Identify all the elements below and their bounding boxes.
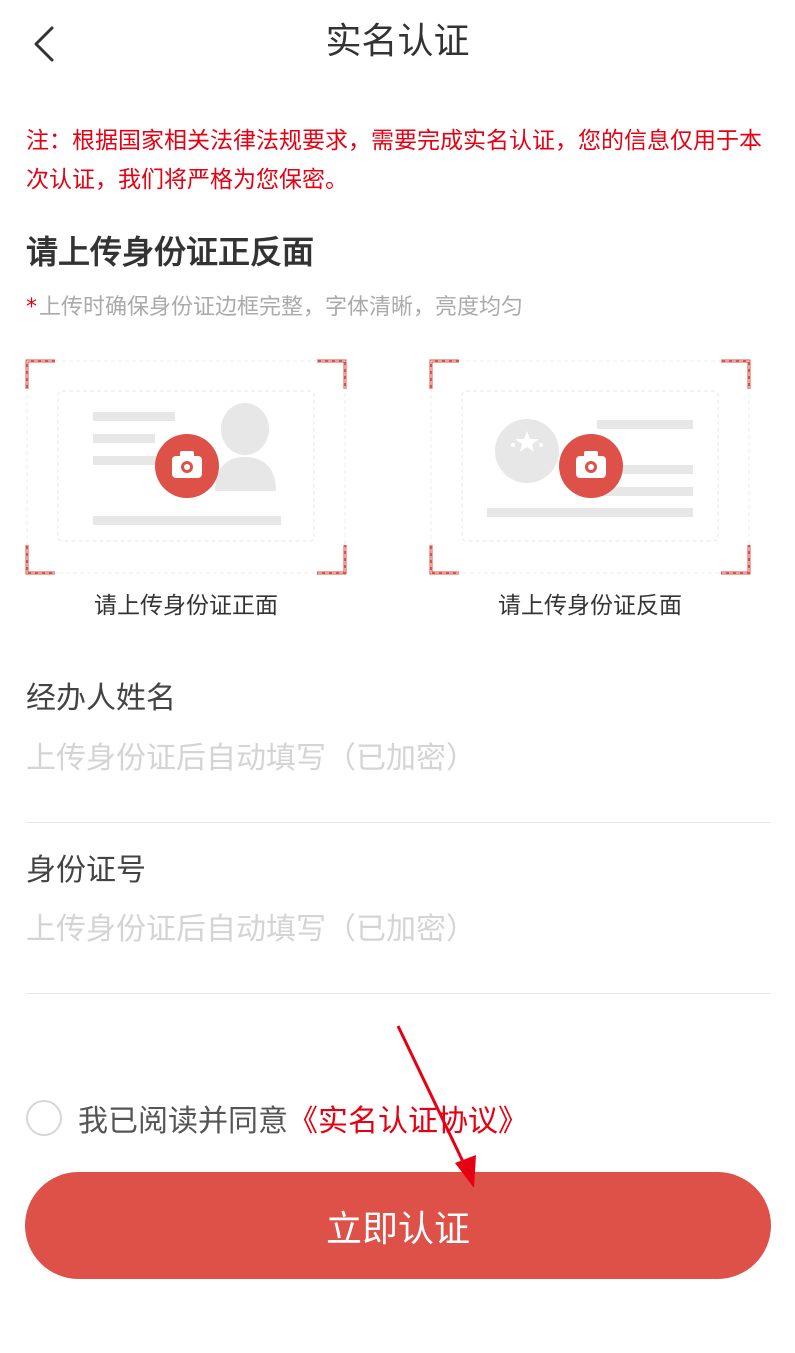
id-front-illustration: [25, 359, 347, 575]
agreement-row: 我已阅读并同意 《实名认证协议》: [26, 1096, 528, 1140]
page-title: 实名认证: [325, 21, 470, 62]
id-back-upload[interactable]: [429, 359, 751, 575]
id-back-label: 请上传身份证反面: [498, 593, 682, 619]
id-front-upload[interactable]: [25, 359, 347, 575]
annotation-arrow: [396, 1025, 476, 1188]
upload-hint-text: 上传时确保身份证边框完整，字体清晰，亮度均匀: [39, 295, 524, 320]
upload-hint: *上传时确保身份证边框完整，字体清晰，亮度均匀: [26, 292, 523, 324]
name-field[interactable]: [26, 736, 771, 780]
divider: [26, 993, 771, 994]
id-number-field[interactable]: [26, 907, 771, 951]
agreement-text: 我已阅读并同意: [78, 1104, 288, 1139]
camera-icon: [559, 434, 623, 498]
camera-icon: [155, 434, 219, 498]
id-number-field-label: 身份证号: [26, 853, 146, 888]
id-front-label: 请上传身份证正面: [94, 593, 278, 619]
divider: [26, 822, 771, 823]
national-emblem-icon: [495, 419, 559, 483]
submit-button[interactable]: 立即认证: [25, 1172, 771, 1279]
id-back-illustration: [429, 359, 751, 575]
upload-section-title: 请上传身份证正反面: [26, 233, 315, 271]
required-star: *: [26, 295, 37, 320]
privacy-notice: 注：根据国家相关法律法规要求，需要完成实名认证，您的信息仅用于本次认证，我们将严…: [26, 128, 762, 193]
agreement-link[interactable]: 《实名认证协议》: [288, 1096, 528, 1140]
agreement-checkbox[interactable]: [26, 1100, 62, 1136]
name-field-label: 经办人姓名: [26, 681, 176, 716]
